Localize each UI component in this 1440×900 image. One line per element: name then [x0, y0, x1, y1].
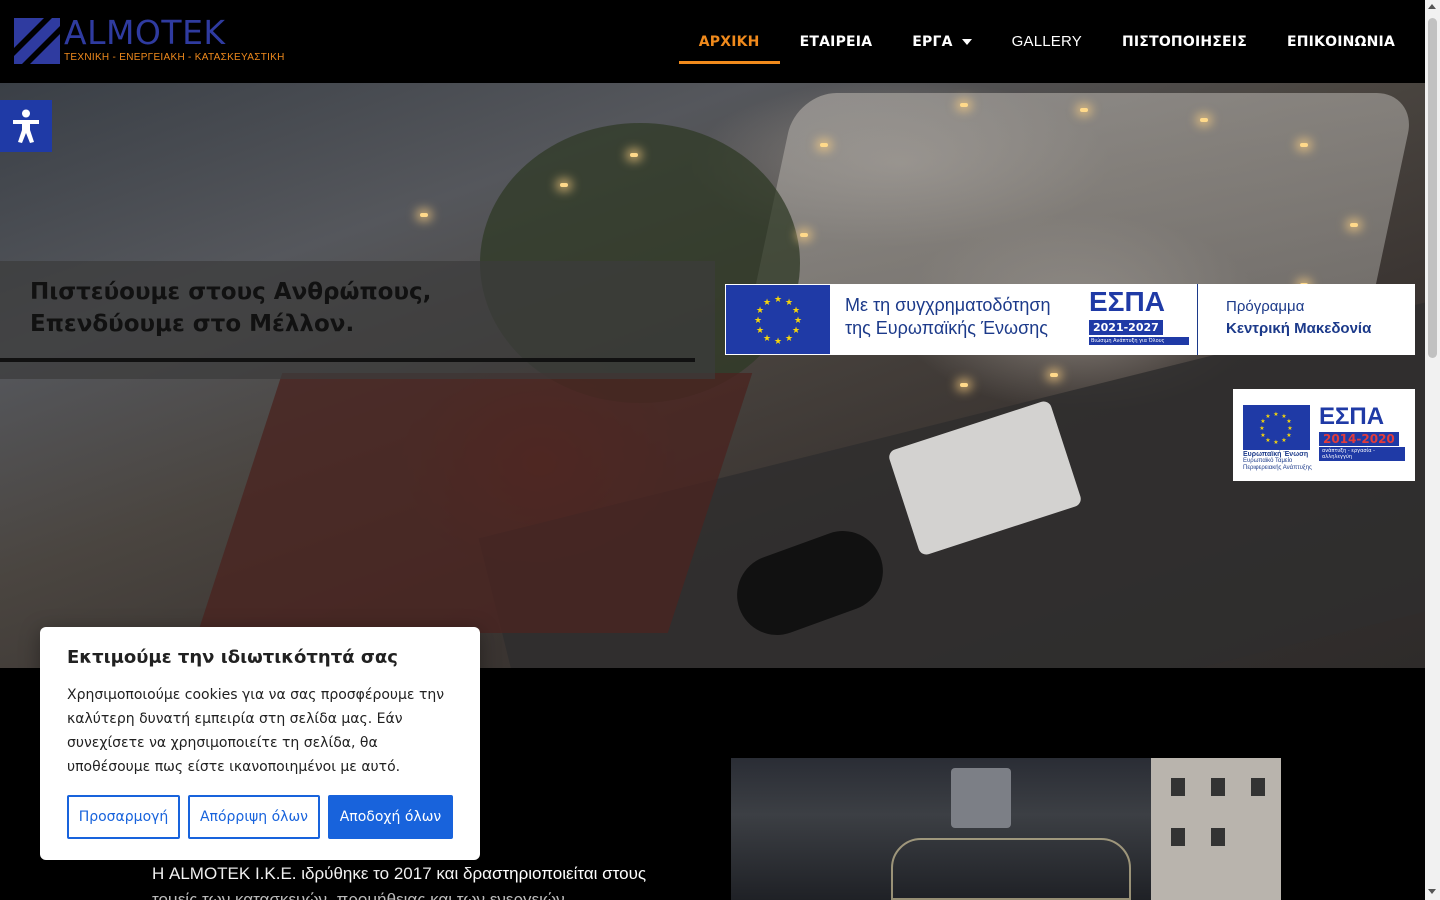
nav-item-label: ΕΠΙΚΟΙΝΩΝΙΑ [1286, 33, 1395, 50]
espa-word: ΕΣΠΑ [1089, 286, 1165, 317]
eu-caption-line: Περιφερειακής Ανάπτυξης [1243, 465, 1312, 471]
nav-item-label: GALLERY [1011, 33, 1082, 50]
programme-title: Πρόγραμμα [1226, 298, 1305, 315]
espa-subtitle: Βιώσιμη Ανάπτυξη για Όλους [1089, 337, 1189, 345]
cookie-buttons: Προσαρμογή Απόρριψη όλων Αποδοχή όλων [67, 795, 453, 839]
espa-2021-banner[interactable]: ★ ★ ★ ★ ★ ★ ★ ★ ★ ★ ★ ★ Με τη συγχρηματοδότηση τ… [725, 284, 1415, 355]
hero-tagline-line2: Επενδύουμε στο Μέλλον. [30, 311, 355, 337]
espa-logo: ΕΣΠΑ 2021-2027 Βιώσιμη Ανάπτυξη για Όλου… [1081, 284, 1197, 355]
hero-light [960, 103, 968, 107]
svg-text:★: ★ [754, 316, 762, 326]
svg-text:★: ★ [1260, 432, 1265, 439]
svg-text:★: ★ [1273, 411, 1278, 418]
svg-text:★: ★ [1286, 418, 1291, 425]
cookie-accept-button[interactable]: Αποδοχή όλων [328, 795, 453, 839]
photo-building-shape [1151, 758, 1281, 900]
svg-text:★: ★ [1281, 437, 1286, 444]
logo-tagline: ΤΕΧΝΙΚΗ - ΕΝΕΡΓΕΙΑΚΗ - ΚΑΤΑΣΚΕΥΑΣΤΙΚΗ [64, 52, 285, 63]
eu-flag-icon: ★ ★ ★ ★ ★ ★ ★ ★ ★ ★ ★ ★ [726, 285, 830, 354]
cookie-reject-button[interactable]: Απόρριψη όλων [188, 795, 320, 839]
programme-label: Πρόγραμμα Κεντρική Μακεδονία [1198, 284, 1371, 355]
chevron-down-icon [961, 38, 972, 45]
svg-text:★: ★ [763, 298, 771, 308]
nav-item-label: ΠΙΣΤΟΠΟΙΗΣΕΙΣ [1121, 33, 1247, 50]
site-logo[interactable]: ALMOTEK ΤΕΧΝΙΚΗ - ΕΝΕΡΓΕΙΑΚΗ - ΚΑΤΑΣΚΕΥΑ… [14, 13, 285, 64]
tagline-underline [0, 358, 695, 362]
hero-light [1350, 223, 1358, 227]
hero-tagline-line1: Πιστεύουμε στους Ανθρώπους, [30, 279, 432, 305]
accessibility-icon [13, 109, 39, 143]
hero-light [420, 213, 428, 217]
hero-image: Πιστεύουμε στους Ανθρώπους, Επενδύουμε σ… [0, 83, 1425, 668]
svg-text:★: ★ [1265, 413, 1270, 420]
nav-item-label: ΕΤΑΙΡΕΙΑ [799, 33, 873, 50]
espa-2014-banner[interactable]: ★ ★ ★ ★ ★ ★ ★ ★ ★ ★ ★ ★ Ευρωπαϊκή Ένωση Ευρωπαϊκ… [1233, 389, 1415, 481]
svg-text:★: ★ [1287, 425, 1292, 432]
hero-light [560, 183, 568, 187]
svg-text:★: ★ [794, 316, 802, 326]
svg-text:★: ★ [792, 326, 800, 336]
svg-text:★: ★ [774, 295, 782, 305]
hero-light [1080, 108, 1088, 112]
nav-item-gallery[interactable]: GALLERY [992, 0, 1102, 83]
nav-item-contact[interactable]: ΕΠΙΚΟΙΝΩΝΙΑ [1267, 0, 1415, 83]
svg-text:★: ★ [1259, 425, 1264, 432]
svg-text:★: ★ [1273, 439, 1278, 446]
hero-tagline: Πιστεύουμε στους Ανθρώπους, Επενδύουμε σ… [30, 276, 431, 340]
svg-text:★: ★ [1265, 437, 1270, 444]
cookie-title: Εκτιμούμε την ιδιωτικότητά σας [67, 647, 398, 668]
eu-caption-line: Ευρωπαϊκή Ένωση [1243, 451, 1309, 458]
scroll-down-icon[interactable] [1428, 889, 1436, 894]
espa-years: 2021-2027 [1089, 320, 1163, 335]
hero-tagline-box: Πιστεύουμε στους Ανθρώπους, Επενδύουμε σ… [0, 261, 715, 379]
cookie-body: Χρησιμοποιούμε cookies για να σας προσφέ… [67, 687, 445, 775]
hero-playground-shape [197, 373, 753, 633]
about-text-line1: Η ALMOTEK Ι.Κ.Ε. ιδρύθηκε το 2017 και δρ… [152, 864, 647, 883]
hero-light [960, 383, 968, 387]
espa-cofinance-text: Με τη συγχρηματοδότηση της Ευρωπαϊκής Έν… [831, 284, 1081, 355]
about-text: Η ALMOTEK Ι.Κ.Ε. ιδρύθηκε το 2017 και δρ… [152, 861, 672, 900]
hero-light [1300, 143, 1308, 147]
hero-light [800, 233, 808, 237]
espa-word: ΕΣΠΑ [1319, 403, 1385, 430]
eu-caption: Ευρωπαϊκή Ένωση Ευρωπαϊκό Ταμείο Περιφερ… [1243, 451, 1323, 472]
eu-caption-line: Ευρωπαϊκό Ταμείο [1243, 458, 1293, 464]
espa-text-line2: της Ευρωπαϊκής Ένωσης [845, 318, 1048, 338]
photo-building-shape [951, 768, 1011, 828]
espa-years: 2014-2020 [1319, 432, 1399, 446]
hero-light [1200, 118, 1208, 122]
eu-flag-icon: ★ ★ ★ ★ ★ ★ ★ ★ ★ ★ ★ ★ [1243, 405, 1310, 450]
scroll-thumb[interactable] [1428, 18, 1437, 358]
scroll-up-icon[interactable] [1428, 4, 1436, 9]
espa-subtitle: ανάπτυξη - εργασία - αλληλεγγύη [1319, 447, 1405, 461]
nav-item-certifications[interactable]: ΠΙΣΤΟΠΟΙΗΣΕΙΣ [1102, 0, 1267, 83]
logo-mark-icon [14, 18, 60, 64]
programme-name: Κεντρική Μακεδονία [1226, 320, 1372, 337]
main-nav: ΑΡΧΙΚΗ ΕΤΑΙΡΕΙΑ ΕΡΓΑ GALLERY ΠΙΣΤΟΠΟΙΗΣΕ… [678, 0, 1415, 83]
svg-text:★: ★ [774, 337, 782, 347]
svg-text:★: ★ [756, 326, 764, 336]
project-photo [731, 758, 1281, 900]
nav-item-label: ΕΡΓΑ [912, 33, 953, 50]
nav-item-home[interactable]: ΑΡΧΙΚΗ [678, 0, 780, 83]
nav-item-projects[interactable]: ΕΡΓΑ [892, 0, 991, 83]
cookie-customize-button[interactable]: Προσαρμογή [67, 795, 180, 839]
hero-light [1050, 373, 1058, 377]
page-scrollbar[interactable] [1425, 0, 1440, 900]
svg-text:★: ★ [785, 334, 793, 344]
cookie-consent-dialog: Εκτιμούμε την ιδιωτικότητά σας Χρησιμοπο… [40, 627, 480, 860]
about-text-line2: τομείς των κατασκευών, προμήθειας και τω… [152, 890, 565, 900]
photo-lights-shape [891, 838, 1131, 900]
hero-light [820, 143, 828, 147]
espa-text-line1: Με τη συγχρηματοδότηση [845, 295, 1051, 315]
svg-text:★: ★ [763, 334, 771, 344]
accessibility-button[interactable] [0, 100, 52, 152]
svg-text:★: ★ [792, 306, 800, 316]
nav-item-label: ΑΡΧΙΚΗ [698, 33, 760, 50]
site-header: ALMOTEK ΤΕΧΝΙΚΗ - ΕΝΕΡΓΕΙΑΚΗ - ΚΑΤΑΣΚΕΥΑ… [0, 0, 1425, 83]
nav-item-company[interactable]: ΕΤΑΙΡΕΙΑ [780, 0, 893, 83]
svg-text:★: ★ [1286, 432, 1291, 439]
logo-name: ALMOTEK [64, 13, 226, 52]
hero-light [630, 153, 638, 157]
